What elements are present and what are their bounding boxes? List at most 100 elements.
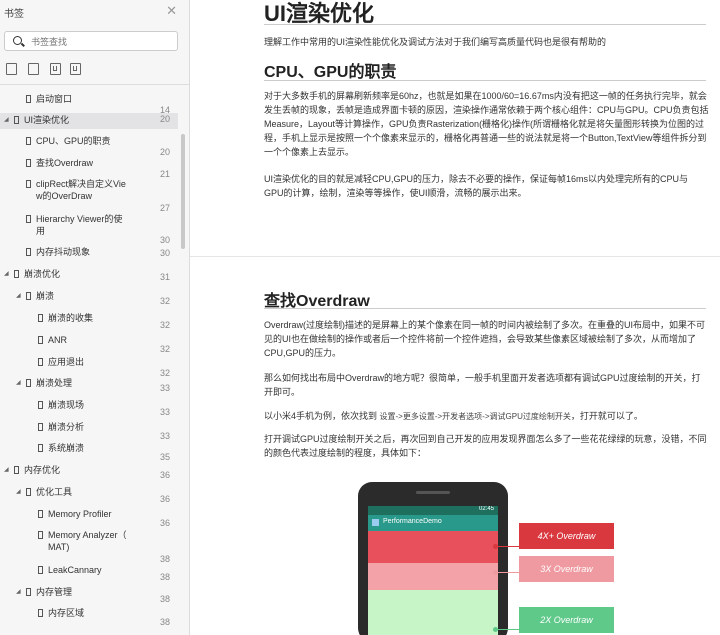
- bookmark-item[interactable]: ◢ 优化工具 36: [0, 485, 178, 504]
- bookmark-item[interactable]: 崩溃现场 33: [0, 398, 178, 417]
- bookmark-item[interactable]: Hierarchy Viewer的使用 30: [0, 212, 178, 245]
- bookmark-icon: [38, 358, 43, 366]
- bookmark-label: ANR: [48, 335, 68, 345]
- bookmark-page-number: 33: [159, 407, 170, 417]
- bookmark-search-box[interactable]: [4, 31, 178, 51]
- expand-arrow-icon[interactable]: ◢: [16, 488, 21, 495]
- bookmark-icon: [14, 466, 19, 474]
- bookmark-icon: [26, 95, 31, 103]
- bookmark-item[interactable]: LeakCannary 38: [0, 563, 178, 582]
- bookmark-page-number: 38: [159, 617, 170, 627]
- app-icon: [372, 519, 379, 526]
- bookmark-item[interactable]: clipRect解决自定义Vie w的OverDraw 27: [0, 177, 178, 213]
- bookmark-item[interactable]: ◢ 崩溃处理 33: [0, 376, 178, 393]
- bookmark-search-input[interactable]: [29, 34, 173, 50]
- bookmark-icon: [26, 379, 31, 387]
- bookmark-icon: [38, 314, 43, 322]
- bookmark-label-continued: MAT): [48, 542, 70, 552]
- bookmark-item[interactable]: 系统崩溃 35: [0, 441, 178, 462]
- overdraw-3x-region: [368, 563, 498, 590]
- bookmark-icon: [26, 215, 31, 223]
- bookmark-label: 内存抖动现象: [36, 247, 91, 257]
- app-title: PerformanceDemo: [383, 518, 442, 525]
- bookmark-icon[interactable]: [70, 63, 81, 75]
- bookmark-label: 崩溃的收集: [48, 313, 94, 323]
- bookmark-label: CPU、GPU的职责: [36, 136, 111, 146]
- bookmark-item[interactable]: ◢ UI渲染优化 20: [0, 113, 178, 129]
- bookmark-item[interactable]: 应用退出 32: [0, 355, 178, 378]
- bookmark-icon: [38, 444, 43, 452]
- paragraph-overdraw-1: Overdraw(过度绘制)描述的是屏幕上的某个像素在同一帧的时间内被绘制了多次…: [264, 320, 706, 358]
- bookmark-item[interactable]: Memory Analyzer（ MAT) 38: [0, 528, 178, 564]
- intro-text: 理解工作中常用的UI渲染性能优化及调试方法对于我们编写高质量代码也是很有帮助的: [264, 37, 607, 47]
- text-run: ，打开就可以了。: [570, 411, 643, 421]
- bookmark-label: UI渲染优化: [24, 115, 70, 125]
- callout-line-4x: [497, 546, 519, 547]
- bookmark-item[interactable]: Memory Profiler 36: [0, 507, 178, 528]
- sidebar-divider: [0, 84, 189, 85]
- sidebar-title: 书签: [4, 9, 24, 20]
- bookmark-page-number: 36: [159, 518, 170, 528]
- bookmark-icon: [26, 137, 31, 145]
- paragraph-overdraw-4: 打开调试GPU过度绘制开关之后，再次回到自己开发的应用发现界面怎么多了一些花花绿…: [264, 434, 707, 458]
- callout-line-3x: [497, 572, 519, 573]
- close-icon[interactable]: ✕: [166, 3, 177, 19]
- overdraw-4x-label: 4X+ Overdraw: [519, 523, 614, 549]
- bookmark-page-number: 33: [159, 431, 170, 441]
- sidebar-scrollbar[interactable]: [181, 134, 185, 249]
- expand-all-icon[interactable]: [6, 63, 17, 75]
- expand-arrow-icon[interactable]: ◢: [4, 270, 9, 277]
- expand-arrow-icon[interactable]: ◢: [4, 116, 9, 123]
- overdraw-3x-label: 3X Overdraw: [519, 556, 614, 582]
- add-bookmark-icon[interactable]: [50, 63, 61, 75]
- expand-arrow-icon[interactable]: ◢: [4, 466, 9, 473]
- bookmark-label: 崩溃: [36, 291, 55, 301]
- bookmark-icon: [14, 270, 19, 278]
- bookmark-icon: [38, 336, 43, 344]
- bookmark-label: 崩溃分析: [48, 422, 85, 432]
- bookmark-item[interactable]: ◢ 内存管理 38: [0, 585, 178, 604]
- bookmark-icon: [38, 566, 43, 574]
- bookmark-label-continued: w的OverDraw: [36, 191, 93, 201]
- status-time: 02:45: [478, 506, 494, 512]
- bookmark-item[interactable]: CPU、GPU的职责 20: [0, 134, 178, 157]
- expand-arrow-icon[interactable]: ◢: [16, 588, 21, 595]
- callout-line-2x: [497, 629, 519, 630]
- bookmark-item[interactable]: 内存区域 38: [0, 606, 178, 627]
- section-underline: [264, 308, 706, 309]
- bookmark-label: 优化工具: [36, 487, 73, 497]
- bookmark-item[interactable]: ◢ 崩溃优化 31: [0, 267, 178, 283]
- status-bar: 02:45: [368, 506, 498, 515]
- bookmark-page-number: 32: [159, 296, 170, 306]
- bookmark-icon: [38, 609, 43, 617]
- bookmark-label: clipRect解决自定义Vie: [36, 179, 126, 189]
- bookmark-item[interactable]: 崩溃分析 33: [0, 420, 178, 441]
- bookmark-icon: [38, 531, 43, 539]
- bookmark-item[interactable]: ◢ 崩溃 32: [0, 289, 178, 306]
- document-view: UI渲染优化 理解工作中常用的UI渲染性能优化及调试方法对于我们编写高质量代码也…: [190, 0, 720, 635]
- text-run: 以小米4手机为例，依次找到: [264, 411, 380, 421]
- bookmark-item[interactable]: 启动窗口 14: [0, 92, 178, 115]
- expand-arrow-icon[interactable]: ◢: [16, 379, 21, 386]
- bookmark-label-continued: 用: [36, 226, 46, 236]
- bookmark-page-number: 33: [159, 383, 170, 393]
- bookmark-icon: [38, 423, 43, 431]
- search-icon: [13, 36, 22, 45]
- bookmark-item[interactable]: 查找Overdraw 21: [0, 156, 178, 179]
- bookmark-item[interactable]: ANR 32: [0, 333, 178, 354]
- expand-arrow-icon[interactable]: ◢: [16, 292, 21, 299]
- bookmark-label: 系统崩溃: [48, 443, 85, 453]
- bookmark-icon: [38, 510, 43, 518]
- phone-overdraw-illustration: 02:45 PerformanceDemo: [358, 482, 508, 635]
- bookmark-label: Memory Analyzer（: [48, 530, 127, 540]
- section-heading-cpu-gpu: CPU、GPU的职责: [264, 64, 397, 81]
- bookmark-sidebar: 书签 ✕ 启动窗口14◢UI渲染优化20CPU、GPU的职责20查找Overdr…: [0, 0, 190, 635]
- bookmark-label: 内存优化: [24, 465, 61, 475]
- bookmark-item[interactable]: 内存抖动现象 30: [0, 245, 178, 261]
- bookmark-icon: [26, 248, 31, 256]
- collapse-all-icon[interactable]: [28, 63, 39, 75]
- paragraph-overdraw-2: 那么如何找出布局中Overdraw的地方呢？很简单，一般手机里面开发者选项都有调…: [264, 373, 701, 397]
- bookmark-item[interactable]: 崩溃的收集 32: [0, 311, 178, 330]
- bookmark-item[interactable]: ◢ 内存优化 36: [0, 463, 178, 480]
- bookmark-page-number: 36: [159, 494, 170, 504]
